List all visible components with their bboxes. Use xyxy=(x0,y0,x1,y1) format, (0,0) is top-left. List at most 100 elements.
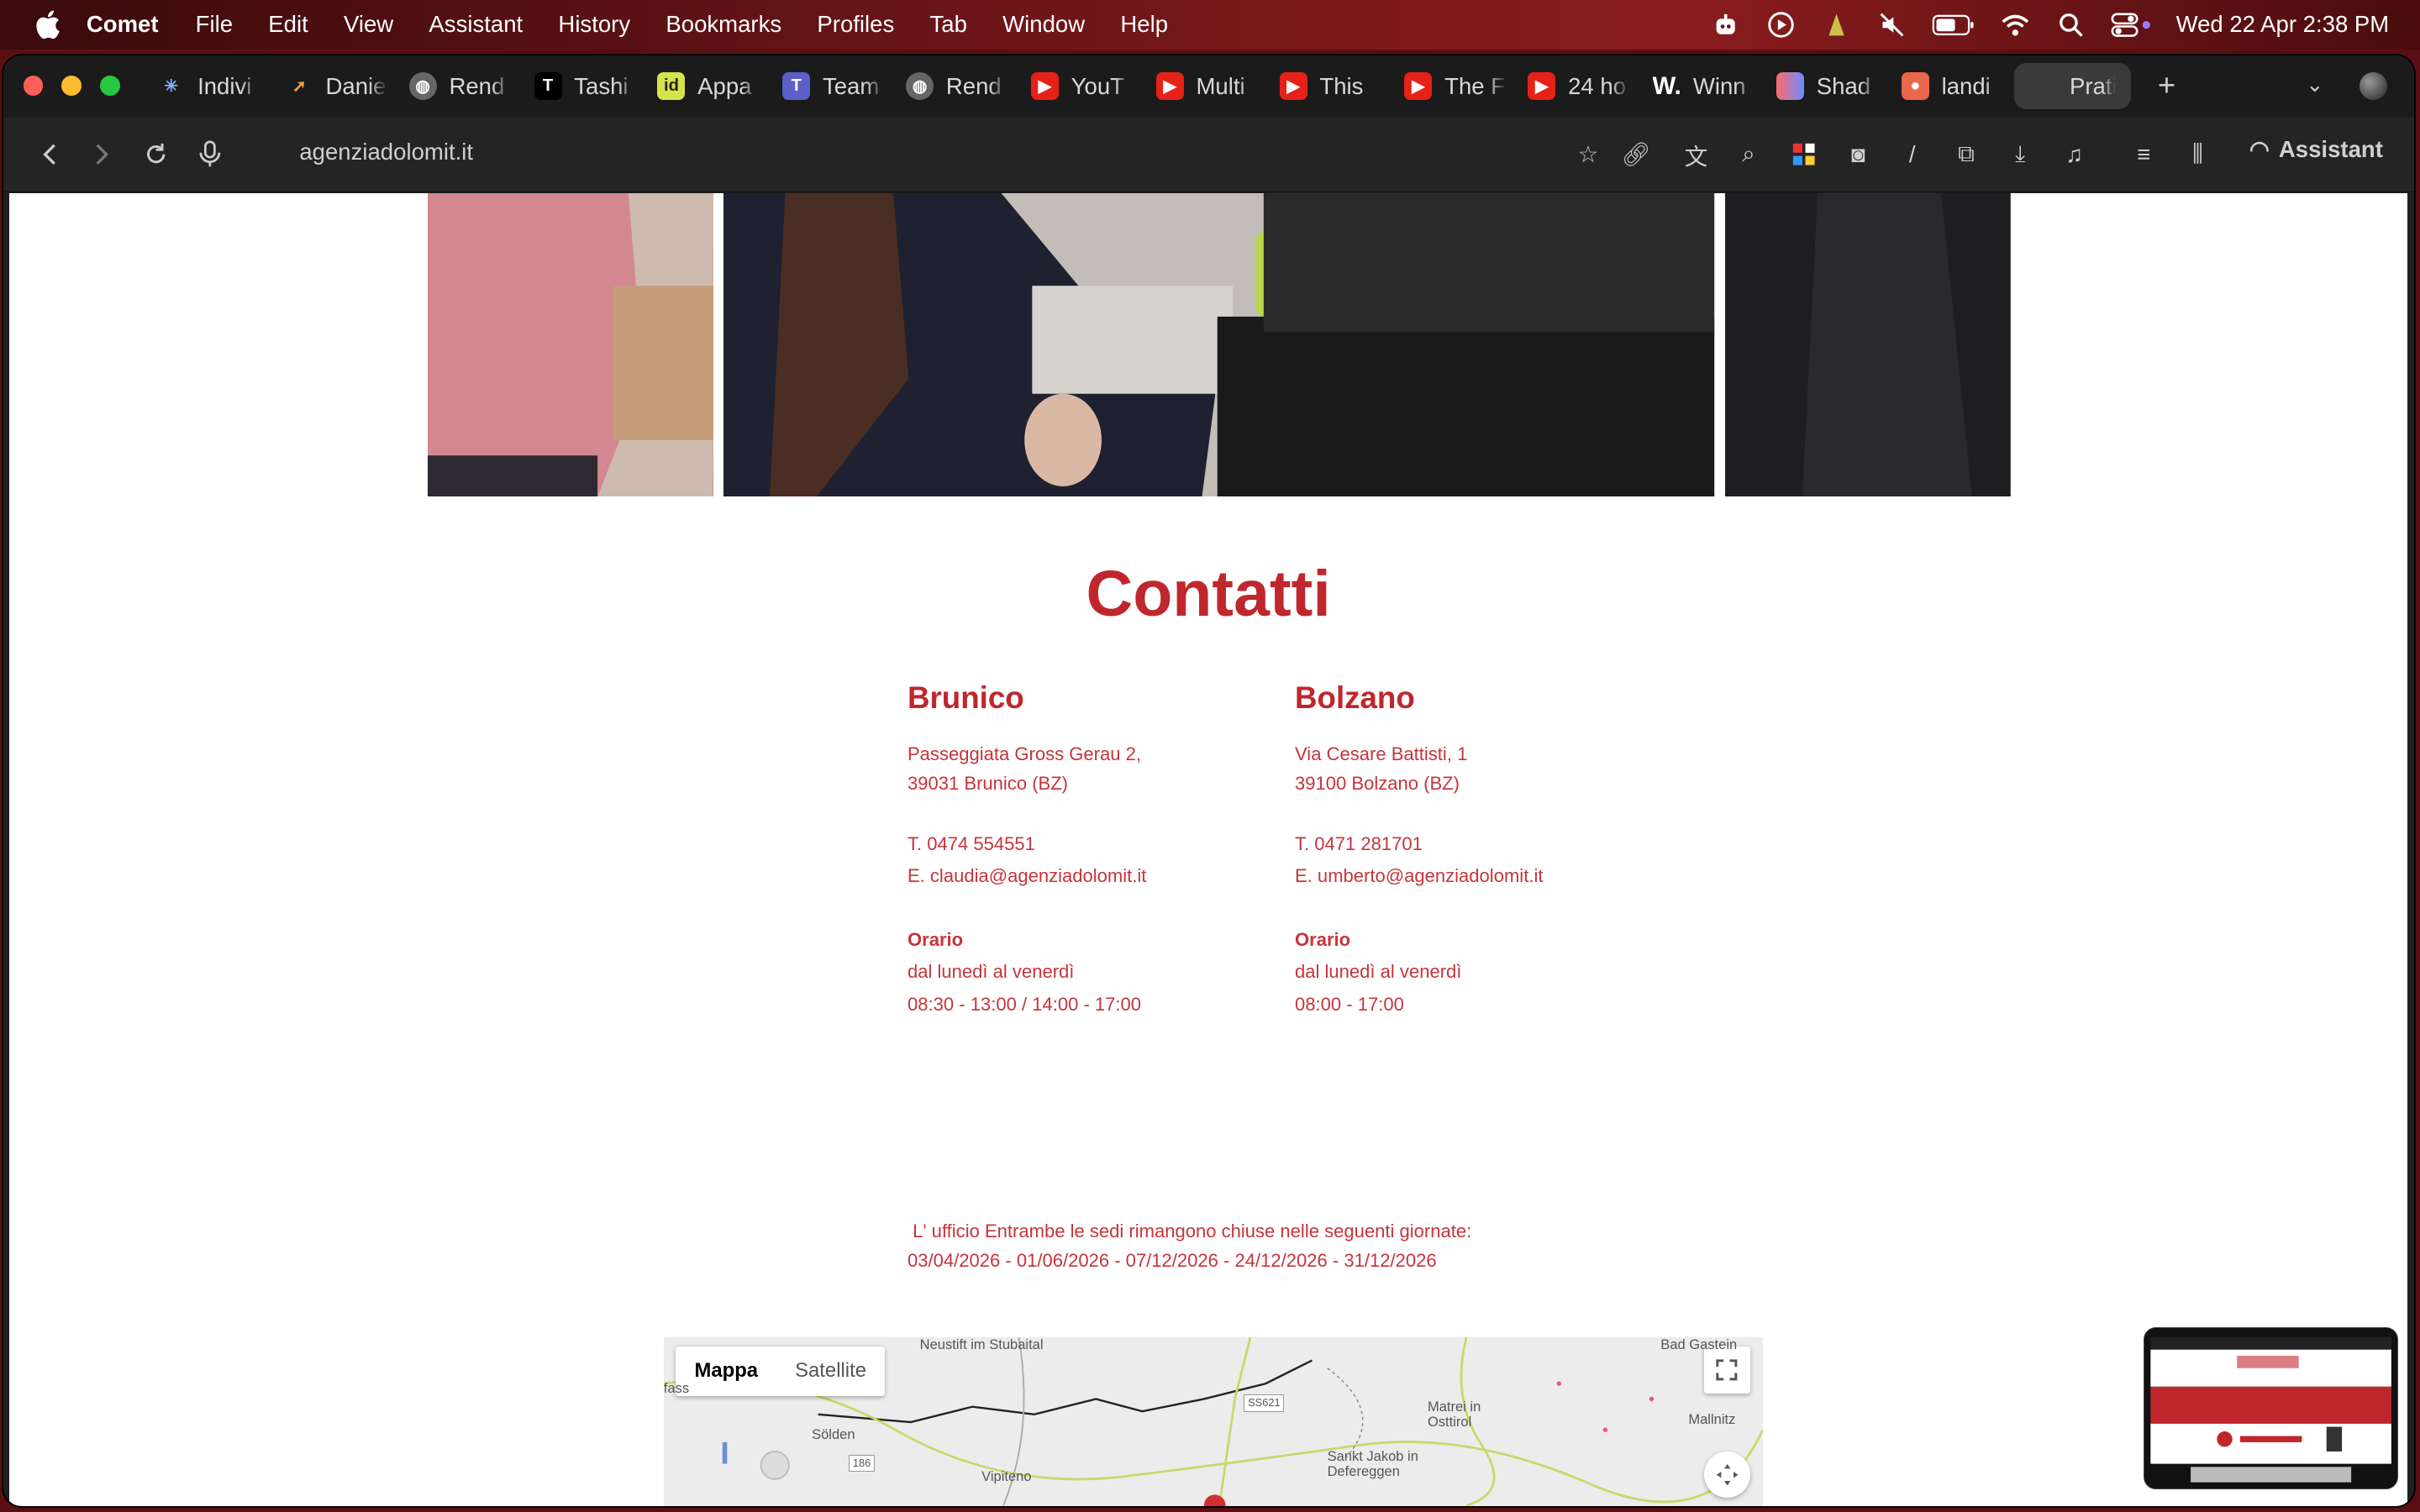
menu-app-name[interactable]: Comet xyxy=(87,11,159,38)
menu-tab[interactable]: Tab xyxy=(929,11,966,38)
menu-view[interactable]: View xyxy=(344,11,393,38)
profile-avatar[interactable] xyxy=(2360,72,2388,101)
menu-bar: Comet File Edit View Assistant History B… xyxy=(0,0,2420,50)
play-circle-icon[interactable] xyxy=(1765,11,1797,39)
youtube-icon: ▶ xyxy=(1155,72,1184,101)
globe-icon: ◍ xyxy=(408,72,437,101)
music-queue-icon[interactable]: ♫ xyxy=(2059,139,2090,170)
microphone-icon[interactable] xyxy=(194,139,225,170)
apple-icon[interactable] xyxy=(31,8,65,41)
reload-icon[interactable] xyxy=(140,139,171,170)
menubar-clock[interactable]: Wed 22 Apr 2:38 PM xyxy=(2176,11,2390,38)
menu-window[interactable]: Window xyxy=(1002,11,1085,38)
office-email[interactable]: E. umberto@agenziadolomit.it xyxy=(1295,862,1665,891)
menu-assistant[interactable]: Assistant xyxy=(429,11,523,38)
menu-history[interactable]: History xyxy=(558,11,630,38)
audio-waveform-icon[interactable]: ⫼ xyxy=(2182,139,2213,170)
address-bar[interactable]: agenziadolomit.it xyxy=(299,139,473,165)
assistant-button[interactable]: ◠ Assistant xyxy=(2249,136,2383,163)
tab-youtube-4[interactable]: ▶ The F xyxy=(1404,63,1506,109)
office-phone[interactable]: T. 0474 554551 xyxy=(908,830,1278,859)
embedded-map[interactable]: Mappa Satellite Neustift im Stubaital Ba… xyxy=(663,1337,1763,1506)
office-bolzano: Bolzano Via Cesare Battisti, 1 39100 Bol… xyxy=(1295,680,1665,1020)
menu-edit[interactable]: Edit xyxy=(268,11,308,38)
extension-grid-icon[interactable] xyxy=(1789,139,1820,170)
picture-in-picture-preview[interactable] xyxy=(2144,1326,2399,1489)
wifi-icon[interactable] xyxy=(2000,11,2031,39)
map-road-ss621: SS621 xyxy=(1244,1394,1285,1412)
slash-icon[interactable]: / xyxy=(1897,139,1928,170)
menu-profiles[interactable]: Profiles xyxy=(817,11,894,38)
arrow-icon: ➚ xyxy=(292,77,307,97)
browser-toolbar: agenziadolomit.it ☆ 🔗︎ 文 ⌕ ◙ / ⧉ ⤓ ♫ ≡ ⫼… xyxy=(3,117,2414,192)
close-window-button[interactable] xyxy=(23,75,44,96)
tab-indivi[interactable]: ✳ Indivi xyxy=(157,63,259,109)
office-phone[interactable]: T. 0471 281701 xyxy=(1295,830,1665,859)
map-label-sanktjakob: Sankt Jakob in Defereggen xyxy=(1327,1447,1418,1480)
closure-dates: 03/04/2026 - 01/06/2026 - 07/12/2026 - 2… xyxy=(907,1250,1437,1272)
app-status-icon[interactable] xyxy=(1821,11,1852,39)
spotlight-search-icon[interactable] xyxy=(2055,11,2086,39)
back-icon[interactable] xyxy=(34,139,65,170)
tab-rend-2[interactable]: ◍ Rend xyxy=(906,63,1007,109)
youtube-icon: ▶ xyxy=(1404,72,1433,101)
robot-icon[interactable] xyxy=(1710,11,1741,39)
office-hours: 08:30 - 13:00 / 14:00 - 17:00 xyxy=(907,993,1142,1015)
tab-landi[interactable]: ● landi xyxy=(1901,63,2003,109)
battery-icon[interactable] xyxy=(1932,11,1975,39)
puzzle-extension-icon[interactable]: ⧉ xyxy=(1951,139,1982,170)
office-address-line2: 39031 Brunico (BZ) xyxy=(907,773,1069,795)
bookmark-star-icon[interactable]: ☆ xyxy=(1573,139,1604,170)
tab-winn[interactable]: W. Winn xyxy=(1653,63,1754,109)
translate-icon[interactable]: 文 xyxy=(1681,139,1712,170)
tab-danie[interactable]: ➚ Danie xyxy=(286,63,387,109)
maximize-window-button[interactable] xyxy=(100,75,121,96)
tab-pratic-active[interactable]: Pratic xyxy=(2013,63,2132,110)
office-email[interactable]: E. claudia@agenziadolomit.it xyxy=(908,862,1278,891)
office-brunico: Brunico Passeggiata Gross Gerau 2, 39031… xyxy=(908,680,1278,1020)
map-road-186: 186 xyxy=(849,1455,875,1473)
tab-youtube-3[interactable]: ▶ This xyxy=(1279,63,1381,109)
new-tab-icon[interactable]: + xyxy=(2158,68,2175,103)
office-days: dal lunedì al venerdì xyxy=(1295,961,1462,983)
camera-icon[interactable]: ◙ xyxy=(1843,139,1874,170)
map-label-solden: Sölden xyxy=(812,1425,855,1442)
tab-youtube-2[interactable]: ▶ Multi xyxy=(1155,63,1258,109)
palette-icon: ● xyxy=(1901,72,1929,101)
tab-youtube-5[interactable]: ▶ 24 ho xyxy=(1528,63,1629,109)
menu-help[interactable]: Help xyxy=(1120,11,1168,38)
t-icon: T xyxy=(534,72,562,101)
gallery-photo-1 xyxy=(427,192,713,497)
map-fullscreen-icon[interactable] xyxy=(1703,1347,1750,1394)
map-tab-satellite[interactable]: Satellite xyxy=(776,1347,885,1396)
sidebar-list-icon[interactable]: ≡ xyxy=(2128,139,2160,170)
tab-shad[interactable]: Shad xyxy=(1776,63,1878,109)
tab-appa[interactable]: id Appa xyxy=(657,63,759,109)
gallery-photo-2 xyxy=(723,192,1715,497)
office-address-line1: Via Cesare Battisti, 1 xyxy=(1295,743,1468,765)
map-label-neustift: Neustift im Stubaital xyxy=(919,1337,1044,1353)
tab-bar: ✳ Indivi ➚ Danie ◍ Rend T Tashi id Appa T Team… xyxy=(3,55,2414,118)
tab-rend-1[interactable]: ◍ Rend xyxy=(408,63,511,109)
gallery-photo-3 xyxy=(1725,192,2012,497)
tab-team[interactable]: T Team xyxy=(782,63,884,109)
menu-file[interactable]: File xyxy=(196,11,233,38)
zoom-search-icon[interactable]: ⌕ xyxy=(1733,139,1765,170)
mute-icon[interactable] xyxy=(1876,11,1907,39)
tab-youtube-1[interactable]: ▶ YouT xyxy=(1030,63,1133,109)
link-icon[interactable]: 🔗︎ xyxy=(1621,139,1652,170)
map-tab-mappa[interactable]: Mappa xyxy=(676,1347,776,1396)
control-center-icon[interactable] xyxy=(2111,11,2151,39)
map-pan-control-icon[interactable] xyxy=(1703,1452,1750,1499)
chevron-down-icon[interactable]: ⌄ xyxy=(2306,72,2324,97)
menu-bookmarks[interactable]: Bookmarks xyxy=(666,11,781,38)
tab-tashi[interactable]: T Tashi xyxy=(534,63,636,109)
forward-icon[interactable] xyxy=(87,139,118,170)
assistant-label: Assistant xyxy=(2278,135,2383,162)
minimize-window-button[interactable] xyxy=(61,75,82,96)
map-label-vipiteno: Vipiteno xyxy=(981,1467,1032,1484)
office-address-line1: Passeggiata Gross Gerau 2, xyxy=(907,743,1141,765)
download-icon[interactable]: ⤓ xyxy=(2005,139,2036,170)
id-icon: id xyxy=(657,72,686,101)
teams-icon: T xyxy=(782,72,811,101)
